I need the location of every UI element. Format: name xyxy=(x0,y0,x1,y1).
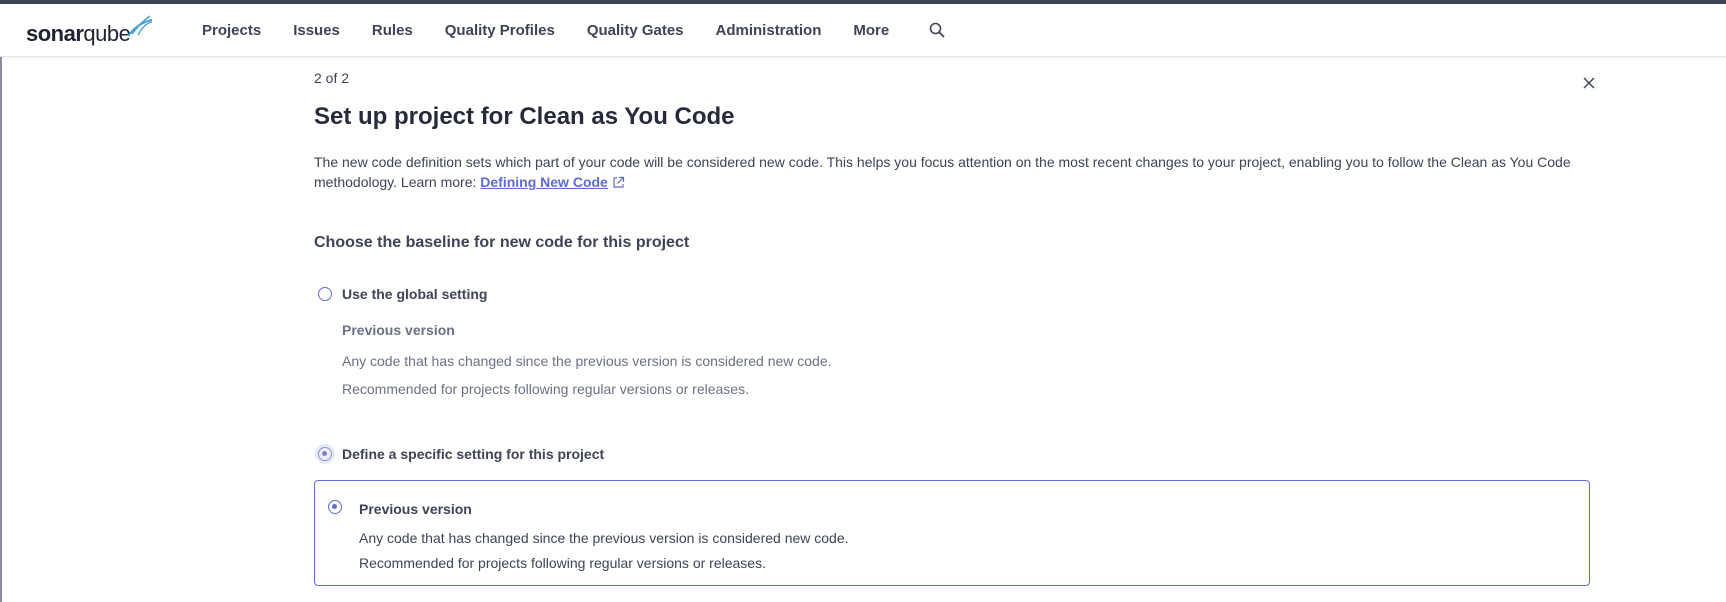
global-navbar: sonarqube Projects Issues Rules Quality … xyxy=(0,4,1726,57)
global-setting-details: Previous version Any code that has chang… xyxy=(342,322,832,403)
nav-projects[interactable]: Projects xyxy=(202,22,261,39)
global-setting-radio[interactable] xyxy=(318,287,332,301)
defining-new-code-link[interactable]: Defining New Code xyxy=(480,174,608,190)
previous-version-radio[interactable] xyxy=(328,500,342,514)
previous-version-desc-1: Any code that has changed since the prev… xyxy=(359,530,849,546)
global-setting-title: Previous version xyxy=(342,322,455,338)
nav-issues[interactable]: Issues xyxy=(293,22,340,39)
main-nav: Projects Issues Rules Quality Profiles Q… xyxy=(202,4,921,56)
global-setting-label[interactable]: Use the global setting xyxy=(342,286,487,302)
page-title: Set up project for Clean as You Code xyxy=(314,103,735,130)
left-edge-divider xyxy=(0,57,2,602)
global-setting-desc-1: Any code that has changed since the prev… xyxy=(342,353,832,369)
external-link-icon[interactable] xyxy=(612,176,625,189)
logo-waves-icon xyxy=(127,15,153,37)
nav-administration[interactable]: Administration xyxy=(716,22,822,39)
baseline-subtitle: Choose the baseline for new code for thi… xyxy=(314,234,690,251)
specific-setting-label[interactable]: Define a specific setting for this proje… xyxy=(342,446,604,462)
previous-version-label: Previous version xyxy=(359,501,472,517)
nav-rules[interactable]: Rules xyxy=(372,22,413,39)
nav-quality-gates[interactable]: Quality Gates xyxy=(587,22,684,39)
description: The new code definition sets which part … xyxy=(314,152,1604,192)
global-setting-desc-2: Recommended for projects following regul… xyxy=(342,381,749,397)
nav-quality-profiles[interactable]: Quality Profiles xyxy=(445,22,555,39)
logo-text: sonarqube xyxy=(26,21,131,46)
sonarqube-logo[interactable]: sonarqube xyxy=(26,14,153,48)
close-icon[interactable] xyxy=(1582,76,1596,90)
search-icon[interactable] xyxy=(928,21,946,39)
previous-version-desc-2: Recommended for projects following regul… xyxy=(359,555,766,571)
nav-more[interactable]: More xyxy=(853,22,889,39)
previous-version-card[interactable]: Previous version Any code that has chang… xyxy=(314,480,1590,586)
specific-setting-radio[interactable] xyxy=(318,447,332,461)
step-indicator: 2 of 2 xyxy=(314,70,350,86)
